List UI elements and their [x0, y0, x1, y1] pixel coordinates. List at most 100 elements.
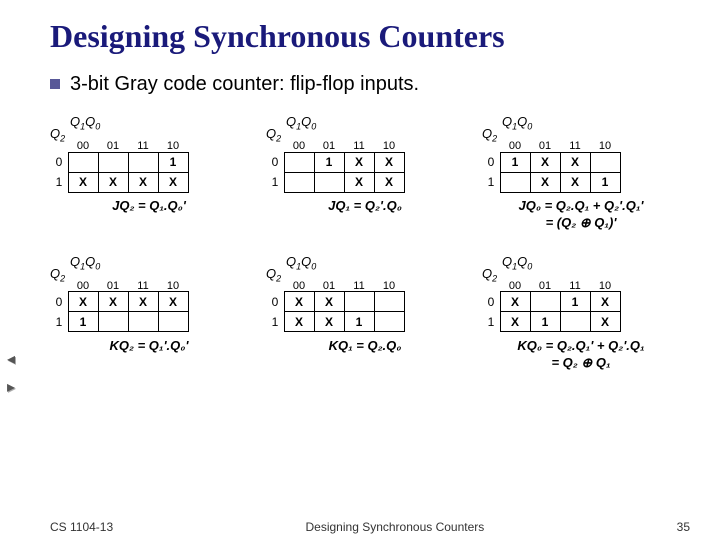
kmap-col-header: 10 [158, 276, 188, 292]
kmap-row-header: 0 [266, 292, 284, 312]
kmap-col-header: 11 [344, 276, 374, 292]
slide-footer: CS 1104-13 Designing Synchronous Counter… [0, 520, 720, 534]
kmap-col-header: 11 [128, 276, 158, 292]
kmap-cell [98, 311, 129, 332]
kmap-row-header: 0 [482, 152, 500, 172]
kmap-col-header: 01 [98, 276, 128, 292]
kmap-row-header: 1 [266, 172, 284, 192]
kmap-cell [374, 311, 405, 332]
footer-page-number: 35 [677, 520, 690, 534]
kmap-table: 000111100X1X1X1X [482, 276, 680, 332]
kmap-cell [530, 291, 561, 312]
kmap-grid: Q1Q0Q200011110011XXXXJQ₂ = Q₁.Q₀'Q1Q0Q20… [50, 114, 680, 372]
kmap-col-header: 10 [158, 136, 188, 152]
kmap-table: 000111100XX1XX1 [266, 276, 464, 332]
kmap-caption: JQ₁ = Q₂'.Q₀ [266, 198, 464, 215]
footer-left: CS 1104-13 [50, 520, 113, 534]
kmap-cell: 1 [344, 311, 375, 332]
kmap-row-header: 1 [50, 172, 68, 192]
kmap-cell: X [98, 172, 129, 193]
kmap-cell: X [500, 311, 531, 332]
kmap-row-var: Q2 [266, 126, 281, 144]
kmap-col-header: 01 [314, 276, 344, 292]
kmap-col-var: Q1Q0 [286, 254, 316, 272]
kmap-cell: 1 [560, 291, 591, 312]
kmap-cell: X [530, 152, 561, 173]
kmap-col-header: 01 [530, 136, 560, 152]
kmap-row-header: 0 [266, 152, 284, 172]
kmap-col-header: 00 [68, 276, 98, 292]
kmap-table: 00011110011XXXX [50, 136, 248, 192]
kmap-col-header: 11 [128, 136, 158, 152]
kmap-cell [314, 172, 345, 193]
prev-arrow-icon[interactable]: ◂ [2, 350, 20, 368]
kmap-cell: X [530, 172, 561, 193]
kmap-row-var: Q2 [266, 266, 281, 284]
kmap-col-header: 00 [500, 136, 530, 152]
kmap-col-header: 00 [68, 136, 98, 152]
kmap-cell [284, 172, 315, 193]
kmap-caption: KQ₂ = Q₁'.Q₀' [50, 338, 248, 355]
next-arrow-icon[interactable]: ▸ [2, 378, 20, 396]
kmap-col-var: Q1Q0 [502, 114, 532, 132]
bullet-item: 3-bit Gray code counter: flip-flop input… [50, 73, 690, 96]
kmap-cell [128, 311, 159, 332]
kmap-cell [98, 152, 129, 173]
bullet-square-icon [50, 79, 60, 89]
kmap-block: Q1Q0Q2000111100X1X1X1XKQ₀ = Q₂.Q₁' + Q₂'… [482, 254, 680, 372]
kmap-block: Q1Q0Q200011110011XXXXJQ₂ = Q₁.Q₀' [50, 114, 248, 232]
kmap-cell [560, 311, 591, 332]
kmap-col-var: Q1Q0 [70, 114, 100, 132]
footer-center: Designing Synchronous Counters [113, 520, 676, 534]
kmap-cell [500, 172, 531, 193]
kmap-cell: 1 [158, 152, 189, 173]
kmap-row-header: 1 [50, 312, 68, 332]
kmap-cell: X [284, 291, 315, 312]
kmap-cell: X [128, 291, 159, 312]
kmap-cell [158, 311, 189, 332]
kmap-caption: KQ₀ = Q₂.Q₁' + Q₂'.Q₁= Q₂ ⊕ Q₁ [482, 338, 680, 372]
kmap-caption: JQ₂ = Q₁.Q₀' [50, 198, 248, 215]
kmap-cell: X [344, 172, 375, 193]
kmap-row-var: Q2 [50, 126, 65, 144]
kmap-cell: 1 [314, 152, 345, 173]
kmap-row-header: 1 [482, 312, 500, 332]
kmap-cell: X [284, 311, 315, 332]
kmap-col-header: 01 [530, 276, 560, 292]
kmap-cell: X [314, 291, 345, 312]
kmap-row-var: Q2 [482, 266, 497, 284]
kmap-col-header: 11 [344, 136, 374, 152]
kmap-row-header: 1 [266, 312, 284, 332]
kmap-cell [590, 152, 621, 173]
kmap-block: Q1Q0Q2000111100XXXX11KQ₂ = Q₁'.Q₀' [50, 254, 248, 372]
kmap-cell: X [374, 172, 405, 193]
kmap-cell [344, 291, 375, 312]
kmap-cell: X [560, 152, 591, 173]
kmap-cell: 1 [590, 172, 621, 193]
kmap-cell: 1 [68, 311, 99, 332]
kmap-col-header: 10 [590, 276, 620, 292]
kmap-row-header: 1 [482, 172, 500, 192]
kmap-cell [284, 152, 315, 173]
kmap-cell: X [128, 172, 159, 193]
kmap-block: Q1Q0Q2000111100XX1XX1KQ₁ = Q₂.Q₀ [266, 254, 464, 372]
kmap-cell: X [590, 291, 621, 312]
kmap-col-header: 10 [590, 136, 620, 152]
kmap-caption: JQ₀ = Q₂.Q₁ + Q₂'.Q₁'= (Q₂ ⊕ Q₁)' [482, 198, 680, 232]
kmap-caption: KQ₁ = Q₂.Q₀ [266, 338, 464, 355]
kmap-col-header: 01 [314, 136, 344, 152]
kmap-cell: X [158, 172, 189, 193]
kmap-cell [128, 152, 159, 173]
kmap-cell: 1 [500, 152, 531, 173]
slide-title: Designing Synchronous Counters [50, 18, 690, 55]
kmap-cell: X [500, 291, 531, 312]
kmap-col-header: 11 [560, 136, 590, 152]
kmap-col-header: 00 [500, 276, 530, 292]
kmap-cell: X [314, 311, 345, 332]
kmap-cell: X [98, 291, 129, 312]
kmap-cell: 1 [530, 311, 561, 332]
kmap-row-var: Q2 [482, 126, 497, 144]
kmap-table: 000111100XXXX11 [50, 276, 248, 332]
kmap-cell: X [68, 172, 99, 193]
kmap-col-header: 00 [284, 136, 314, 152]
